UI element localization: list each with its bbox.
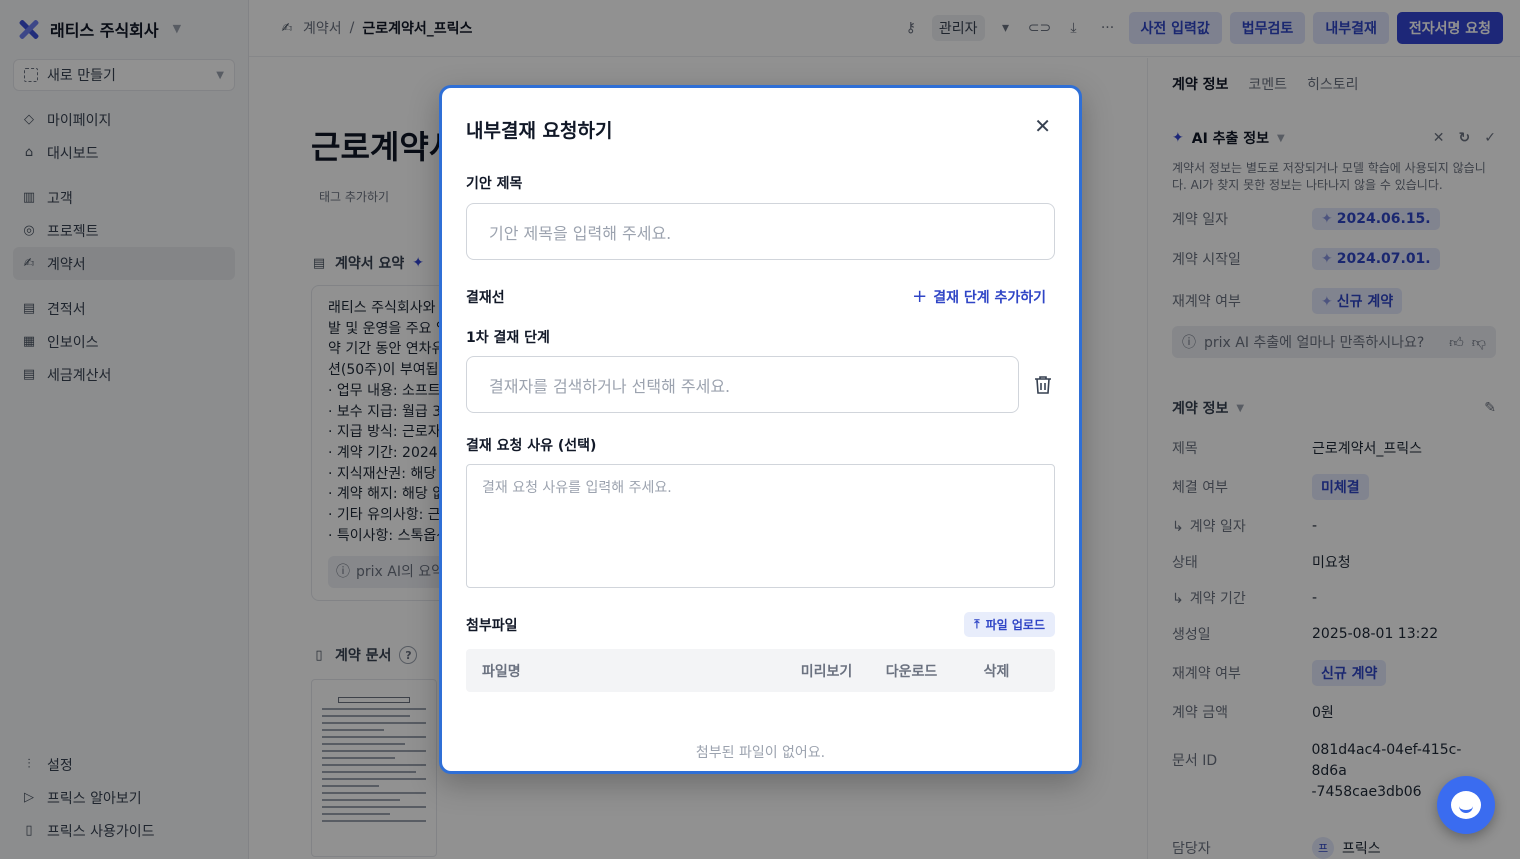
internal-approval-modal: 내부결재 요청하기 ✕ 기안 제목 기안 제목을 입력해 주세요. 결재선 + … [439,85,1082,774]
col-file-name: 파일명 [482,663,521,680]
approver-search-input[interactable]: 결재자를 검색하거나 선택해 주세요. [466,356,1019,413]
file-upload-label: 파일 업로드 [985,618,1045,632]
modal-title: 내부결재 요청하기 [466,120,613,142]
plus-icon: + [912,286,928,307]
approval-line-header: 결재선 + 결재 단계 추가하기 [466,286,1055,307]
col-preview: 미리보기 [800,663,853,680]
file-table-header: 파일명 미리보기 다운로드 삭제 [466,649,1055,692]
add-approval-step-button[interactable]: + 결재 단계 추가하기 [912,286,1046,307]
step1-label: 1차 결재 단계 [466,330,550,346]
attachment-header: 첨부파일 ⤒ 파일 업로드 [466,612,1055,637]
empty-files-message: 첨부된 파일이 없어요. [695,745,826,761]
add-approval-step-label: 결재 단계 추가하기 [933,289,1046,306]
col-delete: 삭제 [983,663,1010,680]
trash-icon[interactable] [1031,373,1055,397]
attachment-label: 첨부파일 [466,617,518,634]
draft-title-input[interactable]: 기안 제목을 입력해 주세요. [466,203,1055,260]
reason-label: 결재 요청 사유 (선택) [466,438,597,454]
upload-icon: ⤒ [974,617,980,631]
col-download: 다운로드 [885,663,938,680]
close-icon[interactable]: ✕ [1034,114,1051,138]
reason-textarea[interactable]: 결재 요청 사유를 입력해 주세요. [466,464,1055,588]
approval-line-label: 결재선 [466,289,505,306]
step1-row: 결재자를 검색하거나 선택해 주세요. [466,356,1055,413]
chat-support-button[interactable] [1437,776,1495,834]
draft-title-label: 기안 제목 [466,176,523,192]
file-upload-button[interactable]: ⤒ 파일 업로드 [964,612,1055,637]
chat-icon [1451,791,1481,819]
